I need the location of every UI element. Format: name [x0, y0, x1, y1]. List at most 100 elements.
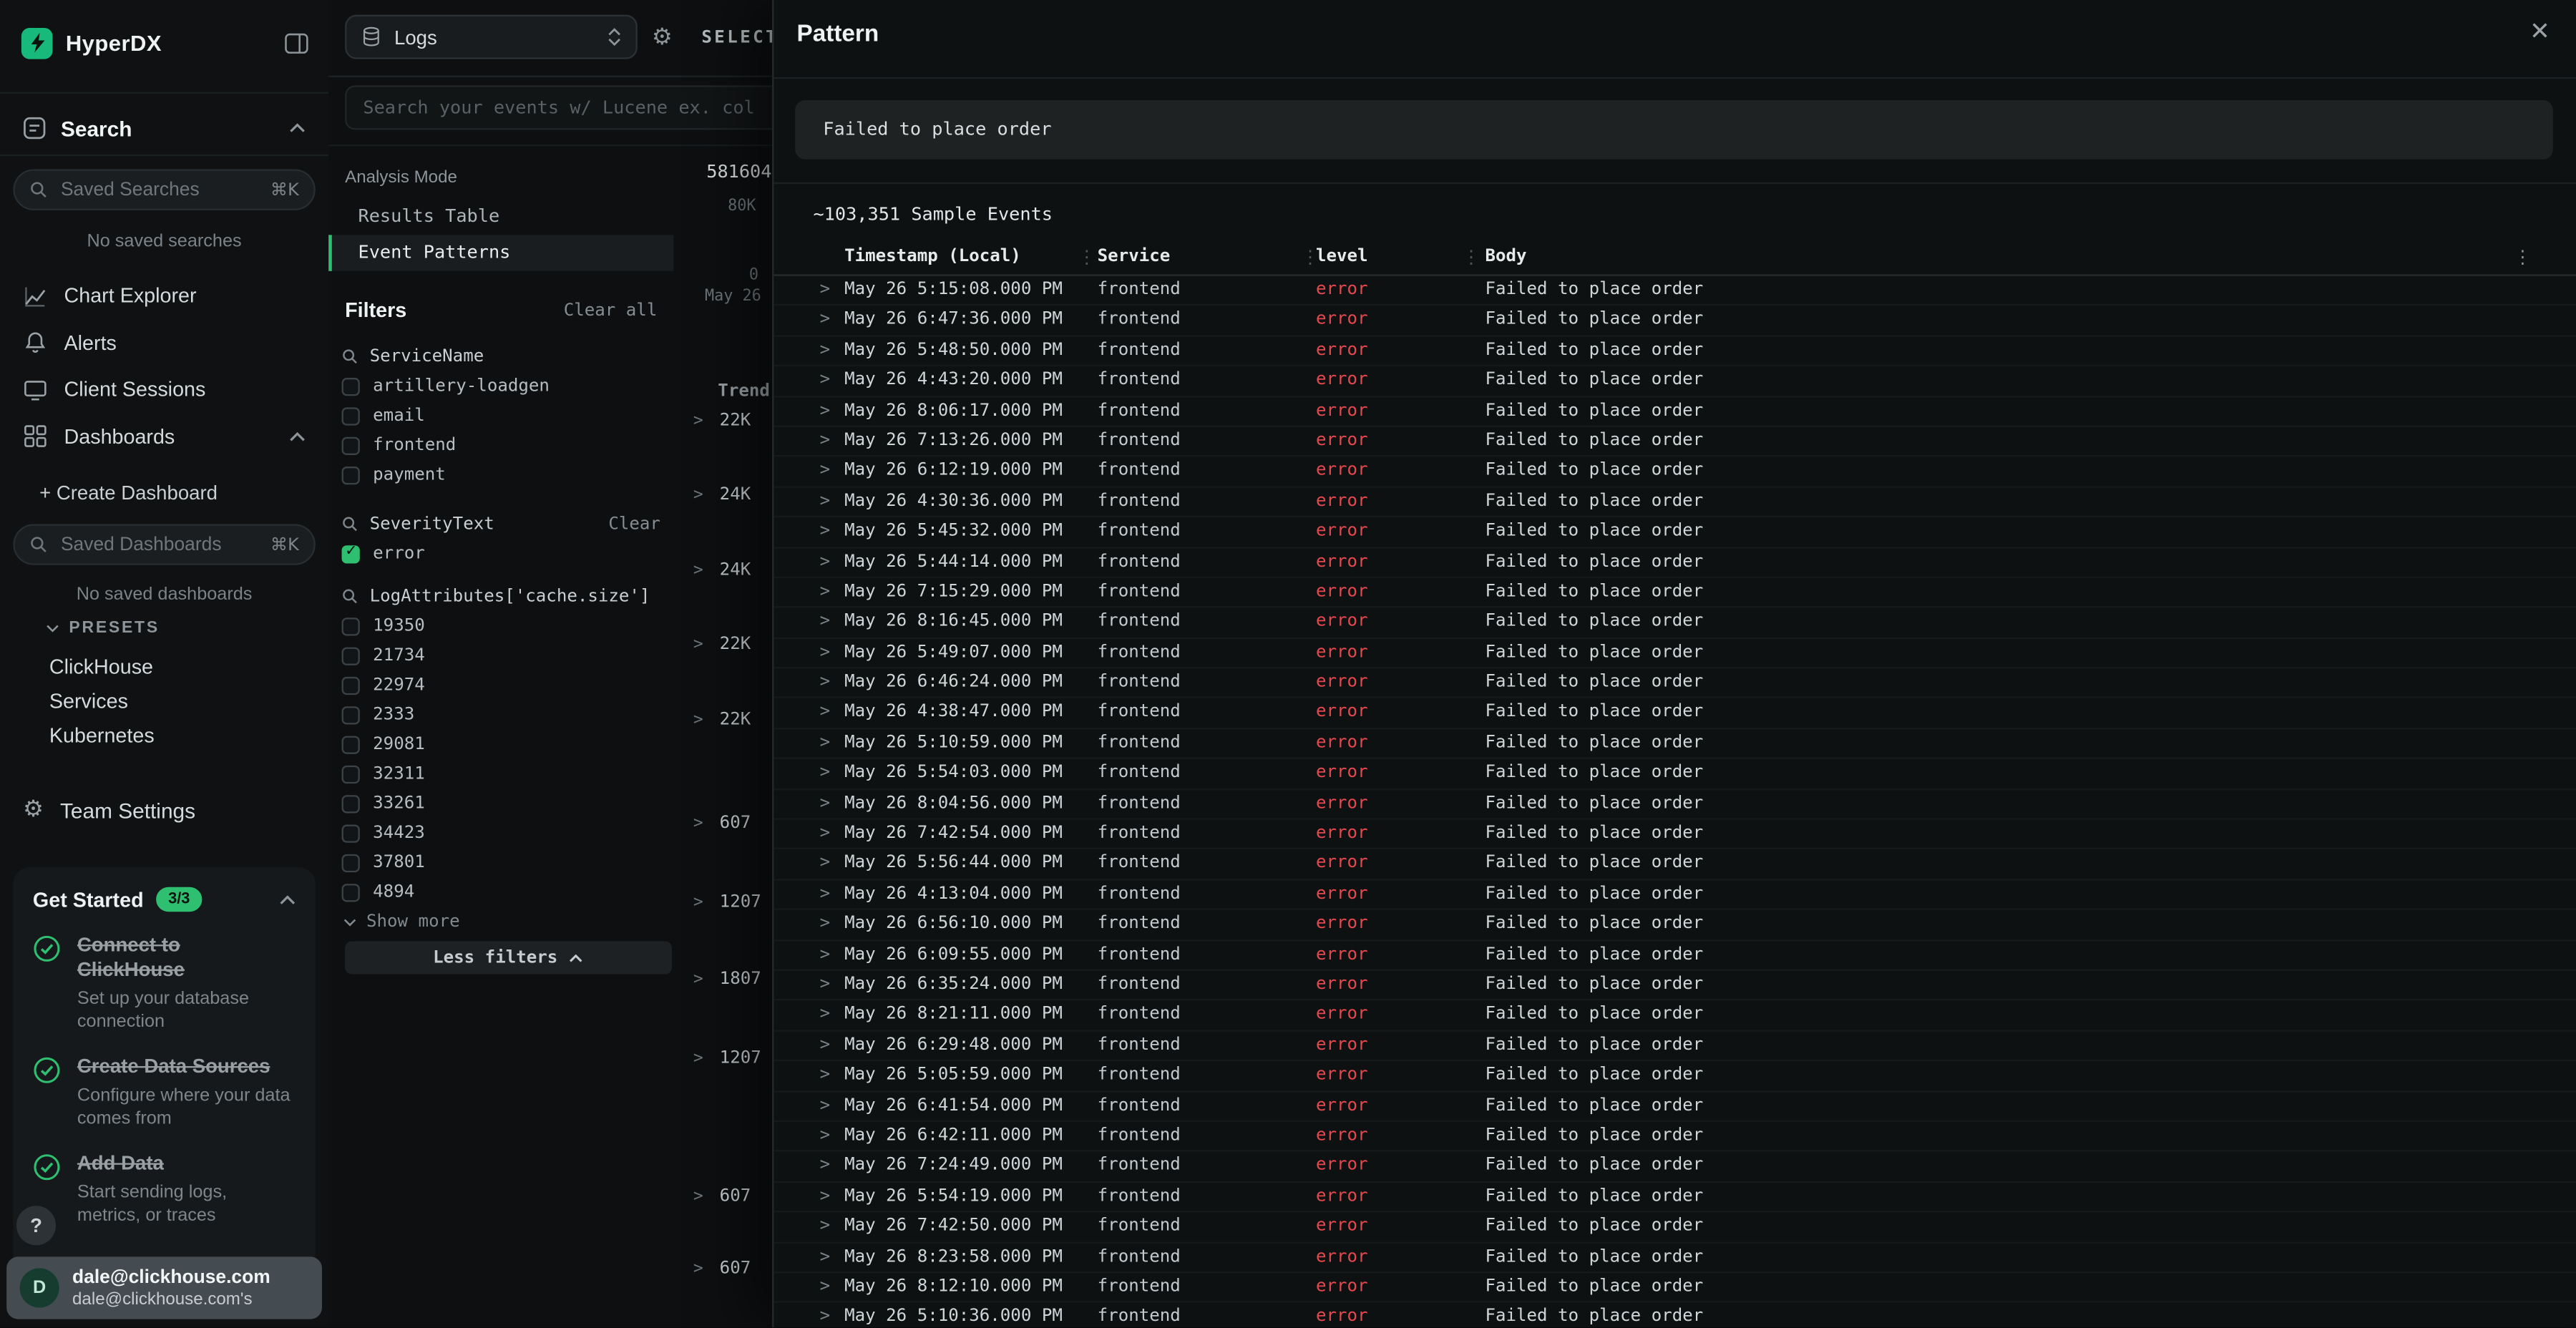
event-row[interactable]: > May 26 6:56:10.000 PM frontend error F…: [774, 910, 2576, 940]
expand-row-icon[interactable]: >: [820, 427, 831, 456]
expand-row-icon[interactable]: >: [820, 638, 831, 667]
filter-option[interactable]: 34423: [328, 818, 673, 847]
filter-checkbox[interactable]: [342, 765, 360, 783]
expand-row-icon[interactable]: >: [820, 1031, 831, 1060]
event-row[interactable]: > May 26 7:13:26.000 PM frontend error F…: [774, 427, 2576, 457]
pattern-row[interactable]: > 607: [693, 1186, 751, 1206]
expand-row-icon[interactable]: >: [820, 1092, 831, 1120]
expand-row-icon[interactable]: >: [820, 699, 831, 728]
filter-option[interactable]: payment: [328, 460, 673, 489]
filter-checkbox[interactable]: [342, 794, 360, 812]
filter-option[interactable]: 4894: [328, 877, 673, 907]
source-select[interactable]: Logs: [345, 15, 638, 59]
get-started-step[interactable]: Add Data Start sending logs, metrics, or…: [33, 1152, 296, 1228]
expand-pattern-icon[interactable]: >: [693, 711, 703, 728]
event-row[interactable]: > May 26 6:41:54.000 PM frontend error F…: [774, 1092, 2576, 1122]
filter-checkbox[interactable]: [342, 646, 360, 664]
pattern-row[interactable]: > 1207: [693, 1048, 761, 1068]
user-menu[interactable]: D dale@clickhouse.com dale@clickhouse.co…: [6, 1256, 322, 1319]
event-row[interactable]: > May 26 6:09:55.000 PM frontend error F…: [774, 941, 2576, 971]
filter-option[interactable]: error: [328, 539, 673, 568]
filter-checkbox[interactable]: [342, 676, 360, 694]
expand-row-icon[interactable]: >: [820, 1152, 831, 1181]
expand-row-icon[interactable]: >: [820, 457, 831, 486]
sidebar-item-team-settings[interactable]: ⚙ Team Settings: [0, 788, 328, 831]
expand-row-icon[interactable]: >: [820, 487, 831, 516]
saved-dashboards-field[interactable]: [57, 533, 270, 556]
expand-row-icon[interactable]: >: [820, 880, 831, 909]
event-row[interactable]: > May 26 6:46:24.000 PM frontend error F…: [774, 669, 2576, 699]
expand-row-icon[interactable]: >: [820, 366, 831, 395]
filter-checkbox[interactable]: [342, 735, 360, 753]
expand-pattern-icon[interactable]: >: [693, 893, 703, 911]
help-button[interactable]: ?: [16, 1206, 56, 1245]
column-settings-icon[interactable]: ⋮: [2514, 246, 2532, 268]
expand-row-icon[interactable]: >: [820, 820, 831, 849]
event-row[interactable]: > May 26 7:42:50.000 PM frontend error F…: [774, 1213, 2576, 1243]
event-row[interactable]: > May 26 5:45:32.000 PM frontend error F…: [774, 517, 2576, 547]
expand-row-icon[interactable]: >: [820, 1213, 831, 1241]
event-row[interactable]: > May 26 4:30:36.000 PM frontend error F…: [774, 487, 2576, 517]
collapse-sidebar-icon[interactable]: [284, 32, 308, 54]
expand-pattern-icon[interactable]: >: [693, 485, 703, 503]
expand-row-icon[interactable]: >: [820, 729, 831, 758]
expand-row-icon[interactable]: >: [820, 336, 831, 365]
sidebar-preset-item[interactable]: Services: [0, 683, 328, 718]
event-row[interactable]: > May 26 4:38:47.000 PM frontend error F…: [774, 699, 2576, 729]
filter-checkbox[interactable]: [342, 406, 360, 424]
event-row[interactable]: > May 26 6:42:11.000 PM frontend error F…: [774, 1122, 2576, 1152]
sidebar-preset-item[interactable]: Kubernetes: [0, 718, 328, 752]
expand-row-icon[interactable]: >: [820, 608, 831, 637]
select-mode-button[interactable]: SELECT: [701, 28, 779, 48]
event-row[interactable]: > May 26 6:47:36.000 PM frontend error F…: [774, 306, 2576, 336]
get-started-step[interactable]: Connect to ClickHouse Set up your databa…: [33, 933, 296, 1034]
expand-row-icon[interactable]: >: [820, 517, 831, 546]
filter-option[interactable]: 21734: [328, 640, 673, 670]
filter-option[interactable]: frontend: [328, 431, 673, 460]
sidebar-item-dashboards[interactable]: Dashboards: [0, 413, 328, 459]
event-row[interactable]: > May 26 5:54:03.000 PM frontend error F…: [774, 759, 2576, 789]
expand-row-icon[interactable]: >: [820, 397, 831, 426]
show-more-button[interactable]: Show more: [328, 907, 673, 936]
event-row[interactable]: > May 26 8:23:58.000 PM frontend error F…: [774, 1243, 2576, 1273]
event-row[interactable]: > May 26 7:24:49.000 PM frontend error F…: [774, 1152, 2576, 1182]
event-row[interactable]: > May 26 4:13:04.000 PM frontend error F…: [774, 880, 2576, 910]
expand-pattern-icon[interactable]: >: [693, 561, 703, 579]
create-dashboard-button[interactable]: + Create Dashboard: [0, 475, 328, 512]
event-row[interactable]: > May 26 5:10:36.000 PM frontend error F…: [774, 1303, 2576, 1327]
filter-group-header[interactable]: LogAttributes['cache.size']: [328, 582, 673, 611]
mode-results-table[interactable]: Results Table: [328, 199, 673, 235]
event-row[interactable]: > May 26 7:15:29.000 PM frontend error F…: [774, 578, 2576, 608]
sidebar-item-client-sessions[interactable]: Client Sessions: [0, 366, 328, 413]
source-settings-gear-icon[interactable]: ⚙: [648, 23, 677, 52]
expand-pattern-icon[interactable]: >: [693, 1049, 703, 1067]
expand-row-icon[interactable]: >: [820, 850, 831, 879]
filter-option[interactable]: 33261: [328, 788, 673, 818]
pattern-row[interactable]: > 607: [693, 1259, 751, 1279]
filter-option[interactable]: email: [328, 401, 673, 430]
expand-pattern-icon[interactable]: >: [693, 970, 703, 988]
event-row[interactable]: > May 26 8:16:45.000 PM frontend error F…: [774, 608, 2576, 638]
sidebar-preset-item[interactable]: ClickHouse: [0, 649, 328, 683]
filter-checkbox[interactable]: [342, 854, 360, 872]
expand-pattern-icon[interactable]: >: [693, 635, 703, 653]
filter-checkbox[interactable]: [342, 883, 360, 901]
filter-option[interactable]: 22974: [328, 670, 673, 700]
filter-option[interactable]: 37801: [328, 848, 673, 877]
clear-all-button[interactable]: Clear all: [564, 301, 658, 321]
expand-row-icon[interactable]: >: [820, 971, 831, 1000]
event-row[interactable]: > May 26 5:54:19.000 PM frontend error F…: [774, 1182, 2576, 1212]
expand-row-icon[interactable]: >: [820, 1182, 831, 1211]
event-row[interactable]: > May 26 5:48:50.000 PM frontend error F…: [774, 336, 2576, 366]
saved-dashboards-input[interactable]: ⌘K: [13, 524, 315, 565]
event-row[interactable]: > May 26 8:06:17.000 PM frontend error F…: [774, 397, 2576, 427]
get-started-header[interactable]: Get Started 3/3: [33, 887, 296, 912]
expand-row-icon[interactable]: >: [820, 669, 831, 698]
expand-row-icon[interactable]: >: [820, 1122, 831, 1151]
saved-searches-field[interactable]: [57, 178, 270, 201]
event-row[interactable]: > May 26 8:04:56.000 PM frontend error F…: [774, 790, 2576, 820]
saved-searches-input[interactable]: ⌘K: [13, 169, 315, 210]
sidebar-item-chart-explorer[interactable]: Chart Explorer: [0, 273, 328, 319]
expand-row-icon[interactable]: >: [820, 1303, 831, 1327]
event-row[interactable]: > May 26 5:10:59.000 PM frontend error F…: [774, 729, 2576, 759]
